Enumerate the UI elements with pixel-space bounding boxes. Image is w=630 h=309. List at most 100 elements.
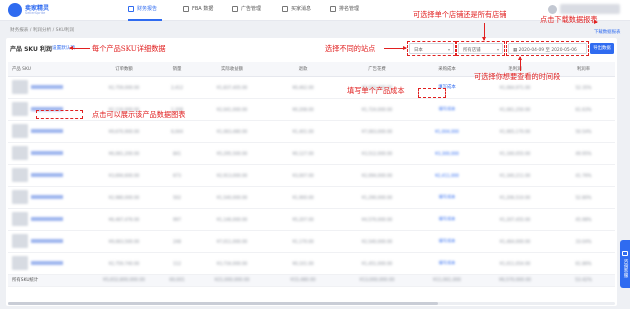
margin-cell: 52.35% (552, 76, 615, 99)
sku-name-link[interactable] (31, 217, 63, 221)
product-thumbnail[interactable] (12, 190, 28, 204)
revenue-cell: ¥2,041,000.00 (196, 98, 268, 121)
orders-cell: ¥6,467,476.00 (90, 208, 158, 231)
ad-icon (232, 5, 238, 12)
column-header[interactable]: 订单数额 (90, 62, 158, 77)
table-row[interactable]: ¥2,759,740.00 112 ¥3,734,000.00 ¥0,101.00 ¥1… (8, 252, 615, 275)
annotation-date-arrow (518, 56, 522, 71)
total-refund-cell: ¥15,480.00 (268, 274, 338, 287)
sku-name-link[interactable] (31, 151, 63, 155)
refund-cell: ¥1,170.00 (268, 230, 338, 253)
table-row[interactable]: ¥3,694,600.00 673 ¥2,913,000.00 ¥3,007.00 ¥2… (8, 164, 615, 187)
cost-value[interactable]: ¥3,300,000 (435, 151, 459, 156)
sku-name-link[interactable] (31, 85, 63, 89)
cost-cell[interactable]: ¥1,004,000 (416, 120, 478, 143)
ranking-icon (330, 5, 336, 12)
sales-cell: 248 (158, 230, 196, 253)
nav-messages[interactable]: 买家消息 (282, 5, 311, 12)
column-header[interactable]: 利润率 (552, 62, 615, 77)
sku-name-link[interactable] (31, 239, 63, 243)
column-header[interactable]: 实际收益额 (196, 62, 268, 77)
top-bar: 卖家精灵 SellerSprite 财务报告 FBA 数据 广告管理 买家消息 … (0, 0, 630, 21)
box-icon (183, 5, 189, 12)
cost-cell[interactable]: ¥2,411,000 (416, 164, 478, 187)
total-revenue-cell: ¥21,000,000.00 (196, 274, 268, 287)
fill-cost-link[interactable]: 填写成本 (439, 238, 456, 244)
column-header[interactable]: 销量 (158, 62, 196, 77)
nav-messages-label: 买家消息 (291, 6, 312, 12)
nav-active-indicator (128, 19, 162, 21)
column-header[interactable]: 广告花费 (338, 62, 416, 77)
sku-cell[interactable] (8, 76, 90, 99)
profit-cell: ¥1,464,000.00 (478, 230, 552, 253)
cost-cell[interactable]: 填写成本 (416, 252, 478, 275)
user-menu[interactable] (560, 4, 620, 14)
orders-cell: ¥2,759,740.00 (90, 252, 158, 275)
revenue-cell: ¥1,540,000.00 (196, 186, 268, 209)
profit-cell: ¥1,206,510.00 (478, 186, 552, 209)
margin-cell: 49.95% (552, 142, 615, 165)
fill-cost-link[interactable]: 填写成本 (439, 106, 456, 112)
horizontal-scrollbar[interactable] (8, 302, 615, 305)
ad-cell: ¥3,512,000.00 (338, 142, 416, 165)
logo-icon[interactable] (8, 3, 22, 17)
download-report-link[interactable]: 下载数据报表 (594, 29, 620, 35)
nav-fba[interactable]: FBA 数据 (183, 5, 213, 12)
product-thumbnail[interactable] (12, 212, 28, 226)
cost-cell[interactable]: 填写成本 (416, 230, 478, 253)
nav-ranking-label: 排名管理 (339, 6, 360, 12)
nav-ranking[interactable]: 排名管理 (330, 5, 359, 12)
product-thumbnail[interactable] (12, 168, 28, 182)
sku-name-link[interactable] (31, 173, 63, 177)
sku-cell[interactable] (8, 186, 90, 209)
column-header[interactable]: 采购成本 (416, 62, 478, 77)
product-thumbnail[interactable] (12, 146, 28, 160)
nav-finance[interactable]: 财务报告 (128, 5, 157, 12)
ad-cell: ¥4,570,000.00 (338, 208, 416, 231)
nav-ads[interactable]: 广告管理 (232, 5, 261, 12)
sku-cell[interactable] (8, 120, 90, 143)
column-header[interactable]: 产品 SKU (8, 62, 90, 77)
cost-value[interactable]: ¥1,004,000 (435, 129, 459, 134)
product-thumbnail[interactable] (12, 124, 28, 138)
product-thumbnail[interactable] (12, 256, 28, 270)
sku-cell[interactable] (8, 142, 90, 165)
cost-value[interactable]: ¥2,411,000 (435, 173, 459, 178)
column-header[interactable]: 退款 (268, 62, 338, 77)
scrollbar-thumb[interactable] (8, 302, 438, 305)
refund-cell: ¥0,127.00 (268, 142, 338, 165)
fill-cost-link[interactable]: 填写成本 (439, 216, 456, 222)
cost-cell[interactable]: ¥3,300,000 (416, 142, 478, 165)
sku-name-link[interactable] (31, 129, 63, 133)
table-row[interactable]: ¥9,063,500.00 248 ¥7,011,000.00 ¥1,170.00 ¥2… (8, 230, 615, 253)
table-row[interactable]: ¥2,980,000.00 502 ¥1,540,000.00 ¥1,900.00 ¥1… (8, 186, 615, 209)
sku-cell[interactable] (8, 230, 90, 253)
sku-cell[interactable] (8, 164, 90, 187)
annotation-site: 选择不同的站点 (325, 44, 376, 53)
total-profit-cell: ¥6,570,000.00 (478, 274, 552, 287)
sku-name-link[interactable] (31, 261, 63, 265)
cost-cell[interactable]: 填写成本 (416, 98, 478, 121)
sku-cell[interactable] (8, 252, 90, 275)
profit-cell: ¥1,011,054.00 (478, 252, 552, 275)
fill-cost-link[interactable]: 填写成本 (439, 260, 456, 266)
sku-cell[interactable] (8, 208, 90, 231)
cost-cell[interactable]: 填写成本 (416, 186, 478, 209)
customer-service-button[interactable]: 咨询客服 (620, 240, 630, 288)
table-row[interactable]: ¥9,670,900.00 6,044 ¥1,063,480.00 ¥1,401.00… (8, 120, 615, 143)
product-thumbnail[interactable] (12, 80, 28, 94)
revenue-cell: ¥1,837,405.00 (196, 76, 268, 99)
sku-name-link[interactable] (31, 195, 63, 199)
export-button[interactable]: 导出数据 (590, 43, 614, 54)
message-icon (282, 5, 288, 12)
cost-cell[interactable]: 填写成本 (416, 208, 478, 231)
table-row[interactable]: ¥6,467,476.00 997 ¥1,146,000.00 ¥5,207.00 ¥4… (8, 208, 615, 231)
annotation-store-box (456, 41, 505, 56)
avatar[interactable] (548, 5, 557, 14)
table-row[interactable]: ¥6,061,200.00 841 ¥5,295,500.00 ¥0,127.00 ¥3… (8, 142, 615, 165)
fill-cost-link[interactable]: 填写成本 (439, 194, 456, 200)
product-thumbnail[interactable] (12, 102, 28, 116)
annotation-sku-detail: 每个产品SKU详细数据 (92, 44, 166, 53)
orders-cell: ¥9,063,500.00 (90, 230, 158, 253)
product-thumbnail[interactable] (12, 234, 28, 248)
